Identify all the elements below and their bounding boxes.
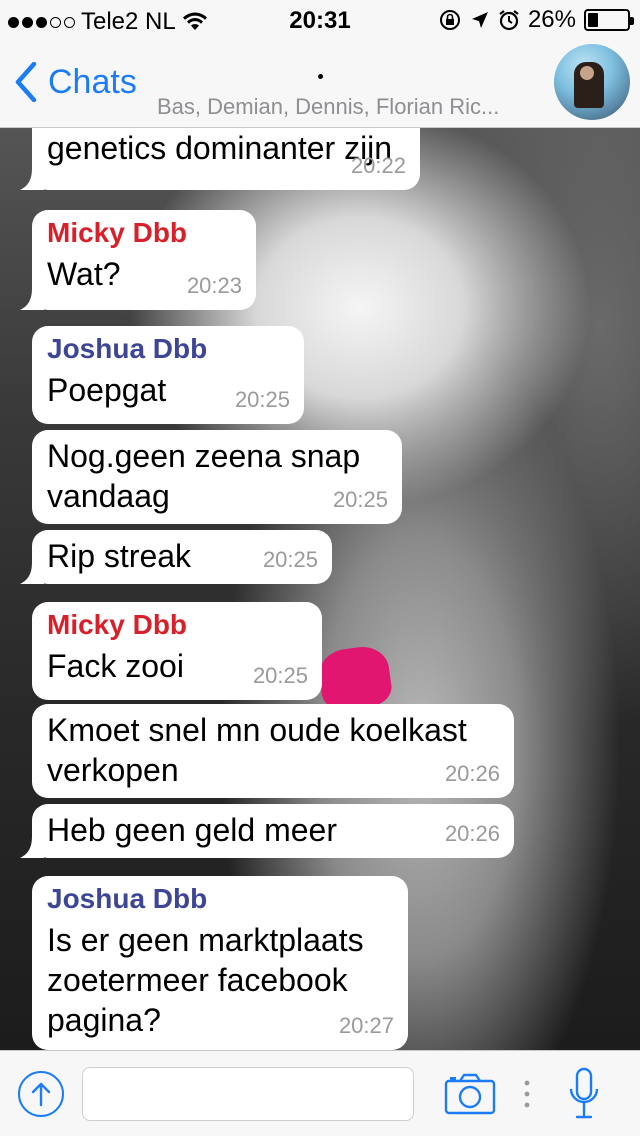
bubble-tail	[20, 168, 44, 190]
group-avatar[interactable]	[554, 44, 630, 120]
chat-area[interactable]: genetics dominanter zijn 20:22 Micky Dbb…	[0, 128, 640, 1050]
battery-icon	[584, 9, 634, 31]
location-icon	[471, 12, 488, 28]
status-bar: Tele2 NL 20:31 26%	[0, 0, 640, 40]
message-bubble[interactable]: genetics dominanter zijn 20:22	[20, 128, 420, 190]
back-label: Chats	[48, 62, 137, 101]
message-time: 20:25	[252, 663, 308, 688]
bubble-tail	[20, 836, 44, 858]
chevron-left-icon	[15, 62, 37, 102]
message-text: Heb geen geld meer	[47, 812, 337, 848]
microphone-icon[interactable]	[568, 1067, 600, 1121]
group-title[interactable]	[318, 74, 323, 79]
message-bubble[interactable]: Heb geen geld meer 20:26	[20, 804, 514, 858]
navigation-bar: Chats Bas, Demian, Dennis, Florian Ric..…	[0, 40, 640, 128]
message-bubble[interactable]: Micky Dbb Wat? 20:23	[20, 210, 256, 310]
message-time: 20:26	[444, 761, 500, 786]
message-sender: Micky Dbb	[47, 217, 188, 248]
message-text: Kmoet snel mn oude koelkast verkopen	[47, 712, 467, 788]
camera-icon[interactable]	[444, 1073, 496, 1115]
back-button[interactable]: Chats	[14, 62, 137, 102]
message-bubble[interactable]: Nog.geen zeena snap vandaag 20:25	[32, 430, 402, 524]
message-time: 20:27	[338, 1013, 394, 1038]
status-right: 26%	[438, 6, 634, 34]
message-time: 20:26	[444, 821, 500, 846]
attach-button[interactable]	[18, 1071, 64, 1117]
message-sender: Joshua Dbb	[47, 333, 208, 364]
message-sender: Micky Dbb	[47, 609, 188, 640]
message-bubble[interactable]: Joshua Dbb Is er geen marktplaats zoeter…	[32, 876, 408, 1050]
arrow-up-icon	[31, 1082, 51, 1107]
wallpaper-flower	[316, 643, 394, 713]
message-time: 20:22	[350, 153, 406, 178]
battery-percent: 26%	[527, 6, 576, 33]
message-text: Nog.geen zeena snap vandaag	[47, 438, 361, 514]
alarm-icon	[499, 10, 519, 31]
message-bubble[interactable]: Rip streak 20:25	[20, 530, 332, 584]
message-sender: Joshua Dbb	[47, 883, 208, 914]
message-time: 20:25	[332, 487, 388, 512]
input-bar	[0, 1050, 640, 1136]
rotation-lock-icon	[439, 10, 460, 30]
group-participants[interactable]: Bas, Demian, Dennis, Florian Ric...	[157, 94, 542, 120]
message-bubble[interactable]: Joshua Dbb Poepgat 20:25	[32, 326, 304, 424]
bubble-tail	[20, 562, 44, 584]
message-bubble[interactable]: Kmoet snel mn oude koelkast verkopen 20:…	[32, 704, 514, 798]
bubble-tail	[20, 288, 44, 310]
more-dots-icon[interactable]	[522, 1079, 532, 1109]
message-time: 20:23	[186, 273, 242, 298]
message-time: 20:25	[262, 547, 318, 572]
message-input[interactable]	[82, 1067, 414, 1121]
message-bubble[interactable]: Micky Dbb Fack zooi 20:25	[32, 602, 322, 700]
message-time: 20:25	[234, 387, 290, 412]
